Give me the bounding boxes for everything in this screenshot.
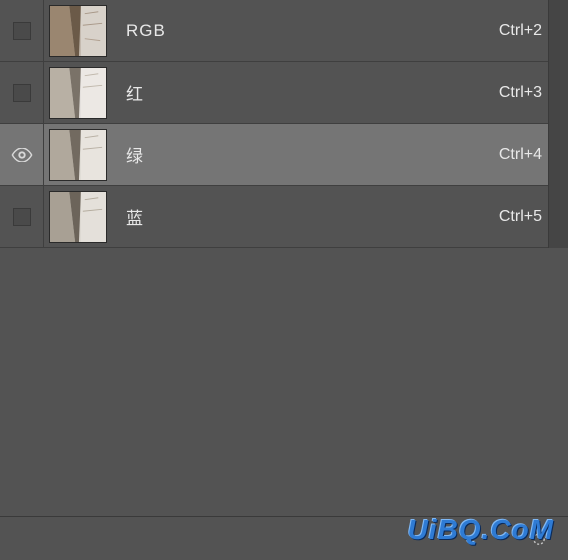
channels-panel: RGB Ctrl+2 红 Ctrl+3 [0, 0, 568, 248]
visibility-empty-icon [13, 208, 31, 226]
visibility-toggle[interactable] [0, 0, 44, 61]
panel-scrollbar[interactable] [548, 0, 568, 248]
load-selection-icon[interactable] [530, 532, 548, 546]
channel-row-blue[interactable]: 蓝 Ctrl+5 [0, 186, 568, 248]
visibility-empty-icon [13, 84, 31, 102]
channel-thumbnail [44, 0, 112, 61]
visibility-toggle[interactable] [0, 62, 44, 123]
visibility-empty-icon [13, 22, 31, 40]
channel-name: 蓝 [112, 204, 458, 229]
panel-footer [0, 516, 568, 560]
channel-row-green[interactable]: 绿 Ctrl+4 [0, 124, 568, 186]
channel-name: 红 [112, 80, 458, 105]
channel-thumbnail [44, 62, 112, 123]
channel-row-red[interactable]: 红 Ctrl+3 [0, 62, 568, 124]
channel-row-rgb[interactable]: RGB Ctrl+2 [0, 0, 568, 62]
visibility-toggle[interactable] [0, 186, 44, 247]
eye-icon [11, 148, 33, 162]
channel-thumbnail [44, 124, 112, 185]
channel-name: RGB [112, 21, 458, 41]
channel-thumbnail [44, 186, 112, 247]
visibility-toggle[interactable] [0, 124, 44, 185]
channel-name: 绿 [112, 142, 458, 167]
